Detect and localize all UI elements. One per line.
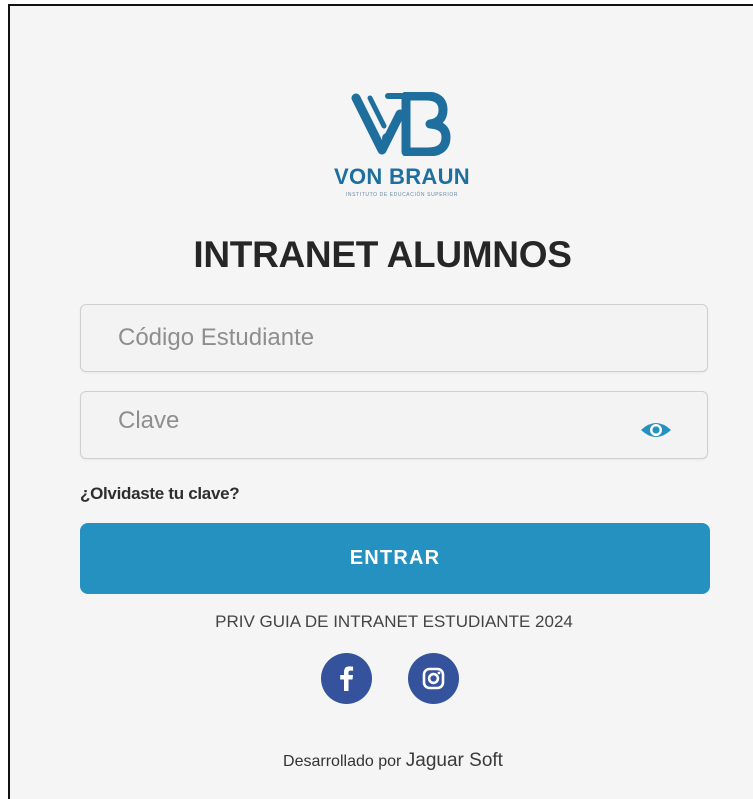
student-guide-link[interactable]: PRIV GUIA DE INTRANET ESTUDIANTE 2024 [10,612,753,632]
login-panel: VON BRAUN INSTITUTO DE EDUCACIÓN SUPERIO… [8,4,753,799]
footer-prefix: Desarrollado por [283,753,402,770]
facebook-button[interactable] [321,653,372,704]
vb-monogram-icon [351,92,451,156]
brand-logo: VON BRAUN INSTITUTO DE EDUCACIÓN SUPERIO… [322,92,482,204]
brand-subtitle: INSTITUTO DE EDUCACIÓN SUPERIOR [345,192,459,198]
forgot-password-link[interactable]: ¿Olvidaste tu clave? [80,484,240,504]
student-code-input[interactable] [81,305,707,371]
instagram-icon [422,667,445,690]
instagram-button[interactable] [408,653,459,704]
brand-name: VON BRAUN [334,164,470,189]
eye-icon[interactable] [639,419,673,441]
student-code-field [80,304,708,372]
facebook-icon [340,666,354,691]
footer-company: Jaguar Soft [405,750,503,771]
password-input[interactable] [81,388,707,454]
page-title: INTRANET ALUMNOS [193,234,572,275]
password-field [80,388,708,459]
footer-credit: Desarrollado por Jaguar Soft [10,750,753,772]
enter-button[interactable]: ENTRAR [80,523,710,594]
